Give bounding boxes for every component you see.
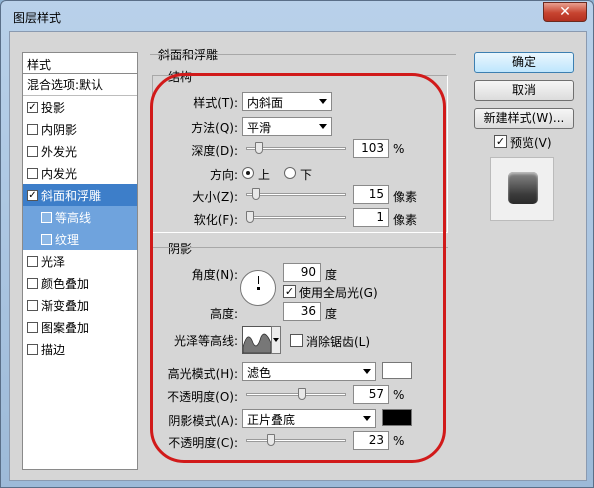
style-preview-thumbnail xyxy=(490,157,554,221)
style-list-item[interactable]: 渐变叠加 xyxy=(23,294,137,316)
style-checkbox[interactable]: ✓ xyxy=(27,189,38,201)
style-list-item[interactable]: 外发光 xyxy=(23,140,137,162)
style-list-item[interactable]: 纹理 xyxy=(23,228,137,250)
annotation-outline xyxy=(150,73,446,463)
style-list-item[interactable]: 等高线 xyxy=(23,206,137,228)
layer-style-dialog: 图层样式 ✕ 样式 混合选项:默认 ✓ 投影 内阴影 外发光 内发光 ✓ 斜面和浮雕 等高线 纹理… xyxy=(0,0,594,488)
cancel-button[interactable]: 取消 xyxy=(474,80,574,101)
styles-list: 样式 混合选项:默认 ✓ 投影 内阴影 外发光 内发光 ✓ 斜面和浮雕 等高线 纹理 光泽 颜色叠加渐… xyxy=(22,52,138,470)
title-bar[interactable]: 图层样式 ✕ xyxy=(1,1,593,31)
style-list-item[interactable]: 混合选项:默认 xyxy=(23,74,137,96)
preview-checkbox[interactable]: ✓ xyxy=(494,135,507,148)
style-checkbox[interactable]: ✓ xyxy=(27,101,38,113)
style-checkbox[interactable] xyxy=(27,343,38,355)
dialog-body: 样式 混合选项:默认 ✓ 投影 内阴影 外发光 内发光 ✓ 斜面和浮雕 等高线 纹理 光泽 颜色叠加渐… xyxy=(9,31,587,481)
style-list-item-label: 混合选项:默认 xyxy=(27,78,104,92)
style-list-item-label: 图案叠加 xyxy=(41,320,90,335)
style-list-item[interactable]: ✓ 斜面和浮雕 xyxy=(23,184,137,206)
style-list-item[interactable]: 颜色叠加 xyxy=(23,272,137,294)
style-checkbox[interactable] xyxy=(27,321,38,333)
style-list-item-label: 斜面和浮雕 xyxy=(41,188,102,203)
style-list-item-label: 描边 xyxy=(41,342,66,357)
style-checkbox[interactable] xyxy=(27,299,38,311)
style-checkbox[interactable] xyxy=(27,277,38,289)
styles-list-header: 样式 xyxy=(23,53,137,74)
style-list-item-label: 内阴影 xyxy=(41,122,78,137)
style-list-item-label: 纹理 xyxy=(55,232,80,247)
style-list-item-label: 内发光 xyxy=(41,166,78,181)
style-checkbox[interactable] xyxy=(27,145,38,157)
style-checkbox[interactable] xyxy=(27,123,38,135)
style-list-item-label: 渐变叠加 xyxy=(41,298,90,313)
style-list-item-label: 光泽 xyxy=(41,254,66,269)
style-checkbox[interactable] xyxy=(27,255,38,267)
style-checkbox[interactable] xyxy=(27,167,38,179)
style-checkbox[interactable] xyxy=(41,211,52,223)
style-list-item-label: 投影 xyxy=(41,100,66,115)
style-list-item[interactable]: 内发光 xyxy=(23,162,137,184)
ok-button[interactable]: 确定 xyxy=(474,52,574,73)
style-list-item[interactable]: 光泽 xyxy=(23,250,137,272)
close-icon[interactable]: ✕ xyxy=(543,2,587,22)
style-list-item[interactable]: 描边 xyxy=(23,338,137,360)
style-checkbox[interactable] xyxy=(41,233,52,245)
bevel-group-divider xyxy=(150,54,456,55)
preview-swatch xyxy=(508,172,538,204)
style-list-item[interactable]: ✓ 投影 xyxy=(23,96,137,118)
style-list-item[interactable]: 内阴影 xyxy=(23,118,137,140)
new-style-button[interactable]: 新建样式(W)... xyxy=(474,108,574,129)
style-list-item-label: 外发光 xyxy=(41,144,78,159)
style-list-item-label: 等高线 xyxy=(55,210,92,225)
preview-label: 预览(V) xyxy=(510,136,552,150)
window-title: 图层样式 xyxy=(13,11,62,25)
style-list-item[interactable]: 图案叠加 xyxy=(23,316,137,338)
style-list-item-label: 颜色叠加 xyxy=(41,276,90,291)
